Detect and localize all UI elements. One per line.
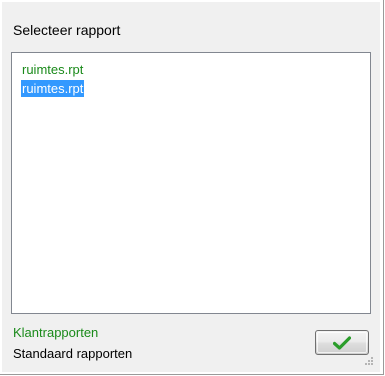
legend-standard-reports: Standaard rapporten bbox=[13, 346, 133, 361]
list-item[interactable]: ruimtes.rpt bbox=[21, 61, 84, 78]
report-listbox[interactable]: ruimtes.rpt ruimtes.rpt bbox=[11, 52, 371, 314]
resize-grip-icon[interactable] bbox=[364, 356, 374, 366]
ok-button[interactable] bbox=[315, 330, 369, 355]
dialog-title: Selecteer rapport bbox=[13, 22, 121, 38]
legend-client-reports: Klantrapporten bbox=[13, 325, 99, 340]
select-report-dialog: Selecteer rapport ruimtes.rpt ruimtes.rp… bbox=[0, 0, 385, 376]
list-item-selected[interactable]: ruimtes.rpt bbox=[21, 80, 85, 97]
checkmark-icon bbox=[333, 335, 351, 350]
dialog-client-area: Selecteer rapport ruimtes.rpt ruimtes.rp… bbox=[2, 2, 380, 372]
